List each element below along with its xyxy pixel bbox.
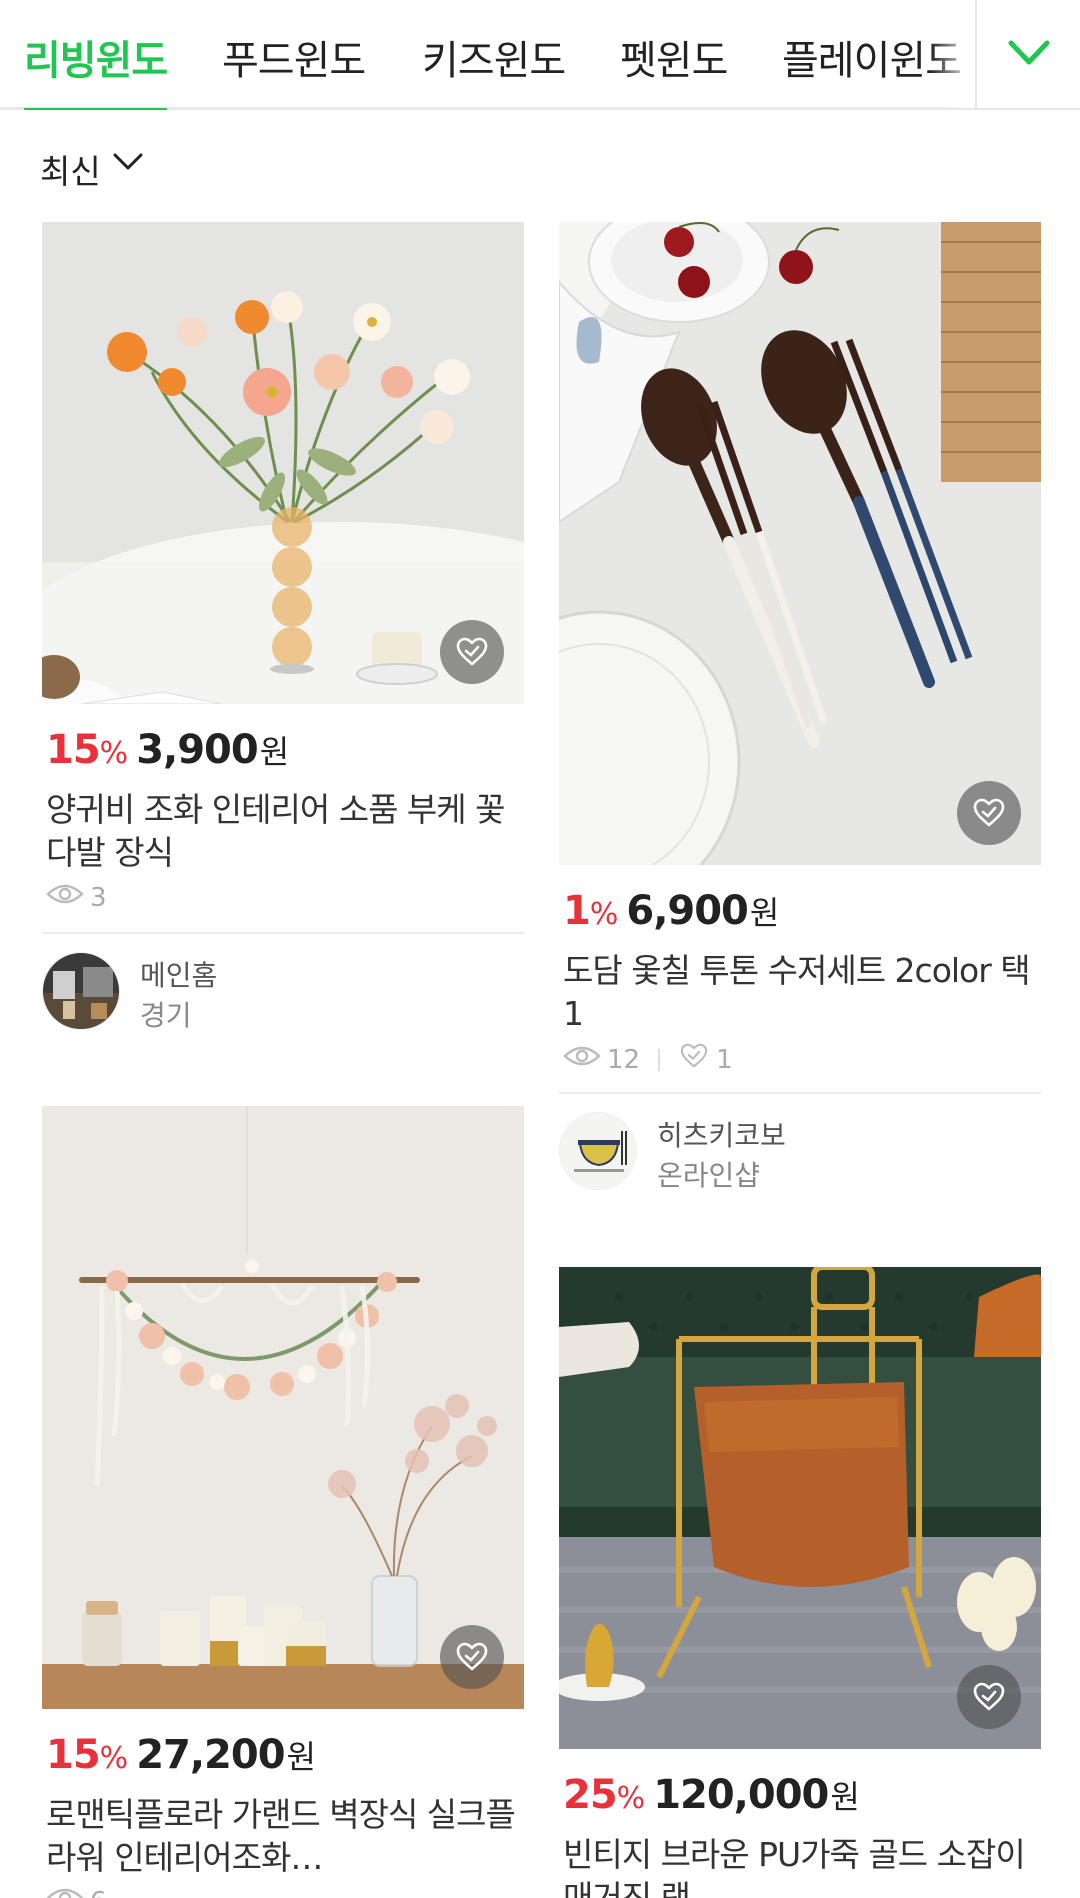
heart-icon (973, 1682, 1005, 1711)
like-count: 1 (716, 1044, 733, 1075)
tab-scroll-fade (930, 0, 975, 108)
eye-icon (563, 1044, 601, 1075)
currency: 원 (286, 1738, 316, 1776)
category-tabs: 리빙윈도 푸드윈도 키즈윈도 펫윈도 플레이윈도 (0, 0, 975, 110)
price-row: 15% 3,900원 (46, 727, 289, 775)
percent-sign: % (589, 897, 619, 932)
heart-icon (678, 1043, 710, 1076)
expand-categories-button[interactable] (975, 0, 1080, 108)
tab-living-window[interactable]: 리빙윈도 (24, 28, 168, 110)
product-photo-flower-garland (42, 1106, 524, 1709)
percent-sign: % (99, 736, 129, 771)
tab-food-window[interactable]: 푸드윈도 (222, 28, 366, 110)
card-divider (559, 1092, 1041, 1094)
like-button[interactable] (957, 1665, 1021, 1729)
product-title[interactable]: 양귀비 조화 인테리어 소품 부케 꽃다발 장식 (46, 788, 516, 874)
price: 120,000 (653, 1772, 829, 1818)
discount-rate: 25 (563, 1772, 618, 1818)
like-button[interactable] (440, 620, 504, 684)
product-image[interactable] (559, 1267, 1041, 1749)
store-region: 경기 (140, 999, 192, 1032)
product-card[interactable]: 15% 27,200원 로맨틱플로라 가랜드 벽장식 실크플라워 인테리어조화… … (42, 1106, 524, 1898)
product-image[interactable] (42, 222, 524, 704)
view-count: 6 (90, 1887, 107, 1898)
eye-icon (46, 882, 84, 913)
store-avatar[interactable] (42, 952, 120, 1030)
product-image[interactable] (559, 222, 1041, 865)
price: 27,200 (136, 1732, 285, 1778)
chevron-down-icon (1008, 40, 1050, 65)
window-feed-page: 리빙윈도 푸드윈도 키즈윈도 펫윈도 플레이윈도 최신 15% 3,900원 양… (0, 0, 1080, 1898)
store-info[interactable]: 히츠키코보 온라인샵 (559, 1112, 1041, 1192)
price-row: 15% 27,200원 (46, 1732, 316, 1780)
store-info[interactable]: 메인홈 경기 (42, 952, 524, 1032)
eye-icon (46, 1886, 84, 1898)
currency: 원 (259, 733, 290, 771)
currency: 원 (749, 894, 780, 932)
card-divider (42, 932, 524, 934)
active-tab-underline (24, 108, 168, 110)
product-stats: 12 1 (563, 1043, 733, 1077)
like-button[interactable] (440, 1625, 504, 1689)
price-row: 25% 120,000원 (563, 1772, 860, 1820)
view-count: 3 (90, 882, 107, 913)
view-count: 12 (607, 1044, 641, 1075)
category-tab-bar: 리빙윈도 푸드윈도 키즈윈도 펫윈도 플레이윈도 (0, 0, 1080, 110)
store-name: 메인홈 (140, 959, 218, 992)
heart-icon (456, 1642, 488, 1671)
sort-dropdown[interactable]: 최신 (40, 145, 143, 191)
price: 3,900 (136, 727, 259, 773)
product-title[interactable]: 도담 옻칠 투톤 수저세트 2color 택1 (563, 949, 1033, 1035)
tab-pet-window[interactable]: 펫윈도 (620, 28, 728, 110)
tab-label: 펫윈도 (620, 38, 728, 84)
chevron-down-icon (113, 153, 143, 170)
percent-sign: % (99, 1741, 129, 1776)
product-photo-spoon-chopstick-set (559, 222, 1041, 865)
product-card[interactable]: 25% 120,000원 빈티지 브라운 PU가죽 골드 소잡이 매거진 랙 (559, 1267, 1041, 1898)
store-avatar[interactable] (559, 1112, 637, 1190)
sort-label: 최신 (40, 152, 101, 191)
store-region: 온라인샵 (657, 1159, 761, 1192)
product-stats: 6 (46, 1886, 107, 1898)
currency: 원 (830, 1778, 860, 1816)
product-card[interactable]: 1% 6,900원 도담 옻칠 투톤 수저세트 2color 택1 12 1 히… (559, 222, 1041, 1202)
store-name: 히츠키코보 (657, 1119, 786, 1152)
percent-sign: % (616, 1781, 646, 1816)
tab-label: 키즈윈도 (422, 38, 566, 84)
product-card[interactable]: 15% 3,900원 양귀비 조화 인테리어 소품 부케 꽃다발 장식 3 메인홈 (42, 222, 524, 1042)
heart-icon (456, 637, 488, 666)
discount-rate: 1 (563, 888, 591, 934)
product-title[interactable]: 빈티지 브라운 PU가죽 골드 소잡이 매거진 랙 (563, 1833, 1033, 1898)
discount-rate: 15 (46, 727, 101, 773)
like-button[interactable] (957, 781, 1021, 845)
product-title[interactable]: 로맨틱플로라 가랜드 벽장식 실크플라워 인테리어조화… (46, 1793, 516, 1879)
heart-icon (973, 798, 1005, 827)
price: 6,900 (626, 888, 749, 934)
tab-label: 푸드윈도 (222, 38, 366, 84)
tab-label: 리빙윈도 (24, 38, 168, 84)
product-image[interactable] (42, 1106, 524, 1709)
product-stats: 3 (46, 882, 107, 916)
tab-kids-window[interactable]: 키즈윈도 (422, 28, 566, 110)
price-row: 1% 6,900원 (563, 888, 779, 936)
stat-separator (658, 1048, 661, 1071)
discount-rate: 15 (46, 1732, 101, 1778)
